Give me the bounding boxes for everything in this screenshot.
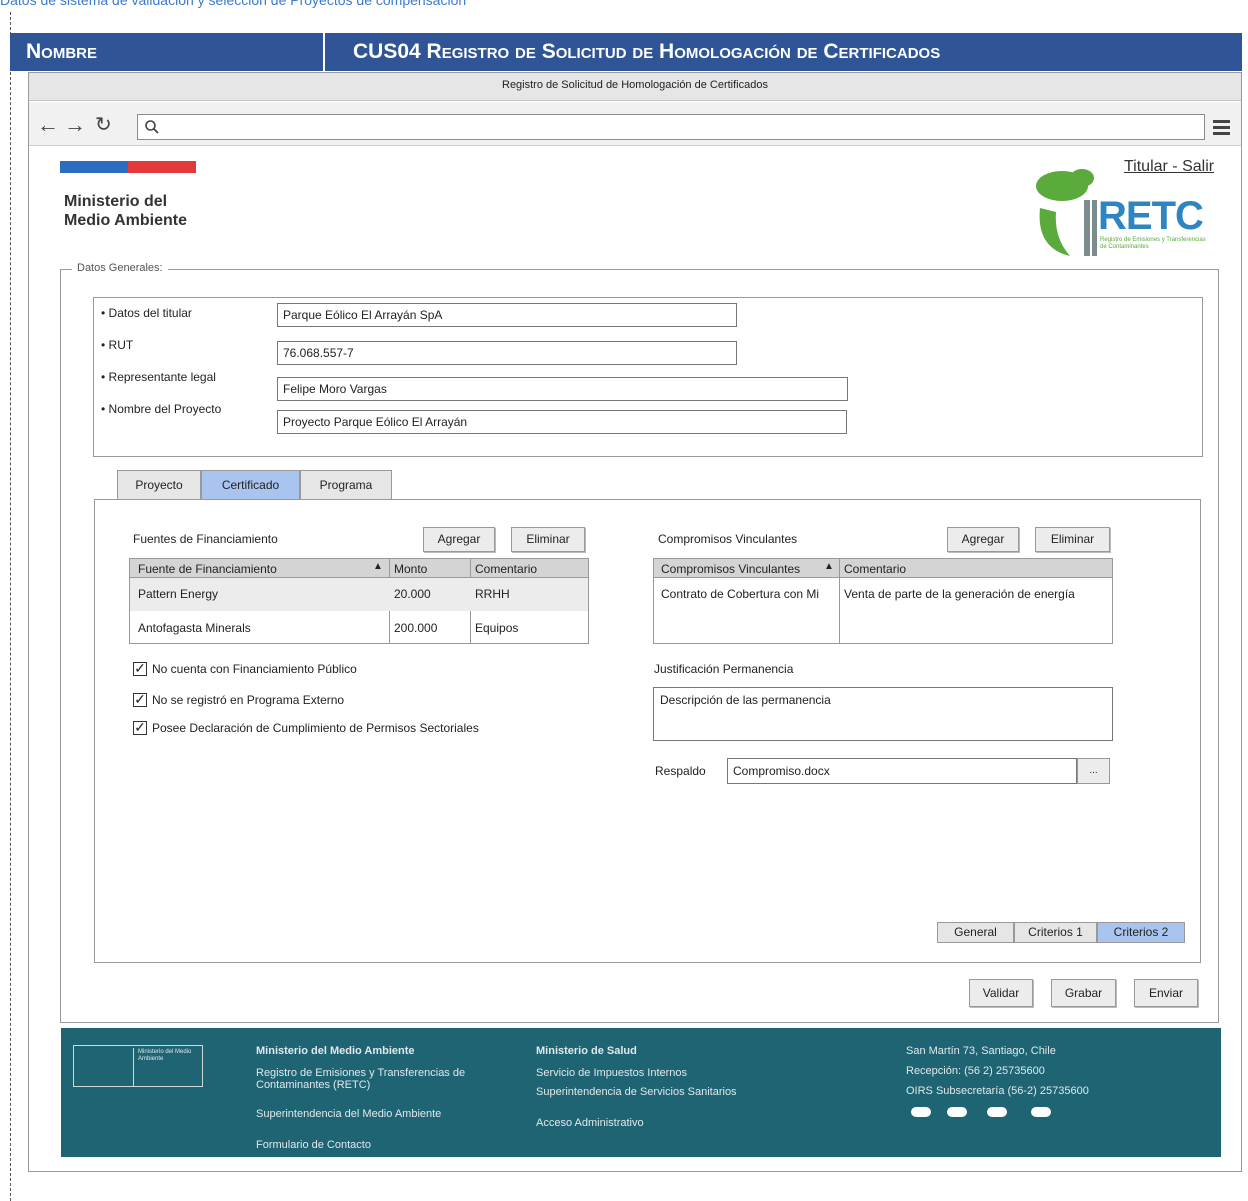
window-title: Registro de Solicitud de Homologación de… [29,73,1241,101]
titular-label: • Datos del titular [101,306,192,320]
sort-asc-icon[interactable]: ▲ [824,561,834,572]
financing-header-comment[interactable]: Comentario [475,562,537,576]
validate-button[interactable]: Validar [969,979,1033,1007]
user-links[interactable]: Titular - Salir [1124,158,1214,176]
financing-table: Fuente de Financiamiento ▲ Monto Comenta… [129,558,589,644]
tab-certificado[interactable]: Certificado [201,470,300,500]
footer-link-contact[interactable]: Formulario de Contacto [256,1139,371,1151]
footer-link-minsal[interactable]: Ministerio de Salud [536,1045,637,1057]
search-icon [145,120,159,134]
remove-commitment-button[interactable]: Eliminar [1035,527,1110,552]
nombre-label: Nombre [10,33,323,71]
footer-ministry-logo: Ministerio del Medio Ambiente [73,1045,203,1087]
sort-asc-icon[interactable]: ▲ [373,561,383,572]
page-border [10,12,11,1201]
commitments-header-comment[interactable]: Comentario [844,562,906,576]
commitments-row-1-comment: Venta de parte de la generación de energ… [844,587,1075,601]
gov-flag-red [128,161,196,173]
representative-label: • Representante legal [101,370,216,384]
browse-file-button[interactable]: ... [1077,758,1110,784]
financing-row-2-comment: Equipos [475,621,519,635]
footer-address: San Martín 73, Santiago, Chile [906,1045,1056,1057]
footer-link-sma[interactable]: Superintendencia del Medio Ambiente [256,1108,456,1120]
footer-link-sii[interactable]: Servicio de Impuestos Internos [536,1067,687,1079]
financing-row-2-amount: 200.000 [394,621,438,635]
financing-header-source[interactable]: Fuente de Financiamiento [138,562,277,576]
checkbox-external-program[interactable]: ✓ [133,692,147,707]
financing-row-1-comment: RRHH [475,587,510,601]
financing-row-1-amount: 20.000 [394,587,431,601]
remove-financing-button[interactable]: Eliminar [511,527,585,552]
footer-oirs: OIRS Subsecretaría (56-2) 25735600 [906,1085,1089,1097]
checkbox-sectoral-permits-label: Posee Declaración de Cumplimiento de Per… [152,721,479,735]
financing-header-amount[interactable]: Monto [394,562,427,576]
reload-icon[interactable]: ↻ [95,103,112,147]
subtab-criterios-2[interactable]: Criterios 2 [1097,922,1185,943]
checkbox-sectoral-permits[interactable]: ✓ [133,720,147,735]
gov-flag-blue [60,161,128,173]
subtab-general[interactable]: General [937,922,1014,943]
justification-textarea[interactable]: Descripción de las permanencia [653,687,1113,741]
footer-link-siss[interactable]: Superintendencia de Servicios Sanitarios [536,1086,751,1098]
ministry-name: Ministerio del Medio Ambiente [64,193,187,229]
commitments-header-name[interactable]: Compromisos Vinculantes [661,562,800,576]
document-caption: Datos de sistema de validación y selecci… [0,0,467,8]
checkbox-external-program-label: No se registró en Programa Externo [152,693,345,707]
footer-link-mma[interactable]: Ministerio del Medio Ambiente [256,1045,415,1057]
hamburger-menu-icon[interactable] [1213,118,1233,138]
respaldo-label: Respaldo [655,764,706,778]
rut-label: • RUT [101,338,134,352]
retc-logo-text: RETC [1098,194,1204,238]
financing-row-1-source: Pattern Energy [138,587,219,601]
project-name-label: • Nombre del Proyecto [101,402,222,416]
justification-label: Justificación Permanencia [654,662,794,676]
footer-link-admin[interactable]: Acceso Administrativo [536,1117,644,1129]
tab-proyecto[interactable]: Proyecto [117,470,201,500]
financing-row-2-source: Antofagasta Minerals [138,621,251,635]
respaldo-file-field[interactable]: Compromiso.docx [727,758,1077,784]
retc-leaf-icon [1036,169,1097,256]
financing-title: Fuentes de Financiamiento [133,532,278,546]
checkbox-public-financing[interactable]: ✓ [133,661,147,676]
address-bar[interactable] [137,114,1205,140]
forward-icon[interactable]: → [64,103,86,147]
youtube-icon[interactable] [1031,1107,1051,1117]
footer-logo-text: Ministerio del Medio Ambiente [138,1049,192,1062]
email-icon[interactable] [987,1107,1007,1117]
facebook-icon[interactable] [911,1107,931,1117]
commitments-row-1-name: Contrato de Cobertura con Mi [661,587,820,601]
page-title: CUS04 Registro de Solicitud de Homologac… [325,33,1242,71]
footer-link-retc[interactable]: Registro de Emisiones y Transferencias d… [256,1067,491,1091]
titular-field[interactable]: Parque Eólico El Arrayán SpA [277,303,737,327]
representative-field[interactable]: Felipe Moro Vargas [277,377,848,401]
add-commitment-button[interactable]: Agregar [947,527,1019,552]
rut-field[interactable]: 76.068.557-7 [277,341,737,365]
back-icon[interactable]: ← [37,103,59,147]
header-divider [323,33,325,71]
tab-programa[interactable]: Programa [300,470,392,500]
commitments-table: Compromisos Vinculantes ▲ Comentario Con… [653,558,1113,644]
save-button[interactable]: Grabar [1051,979,1116,1007]
commitments-title: Compromisos Vinculantes [658,532,798,546]
general-legend: Datos Generales: [72,262,168,274]
site-footer: Ministerio del Medio Ambiente Ministerio… [61,1028,1221,1157]
twitter-icon[interactable] [947,1107,967,1117]
subtab-criterios-1[interactable]: Criterios 1 [1014,922,1097,943]
project-name-field[interactable]: Proyecto Parque Eólico El Arrayán [277,410,847,434]
send-button[interactable]: Enviar [1134,979,1198,1007]
footer-phone: Recepción: (56 2) 25735600 [906,1065,1045,1077]
add-financing-button[interactable]: Agregar [423,527,495,552]
checkbox-public-financing-label: No cuenta con Financiamiento Público [152,662,357,676]
retc-logo-subtitle: Registro de Emisiones y Transferencias d… [1100,237,1206,250]
